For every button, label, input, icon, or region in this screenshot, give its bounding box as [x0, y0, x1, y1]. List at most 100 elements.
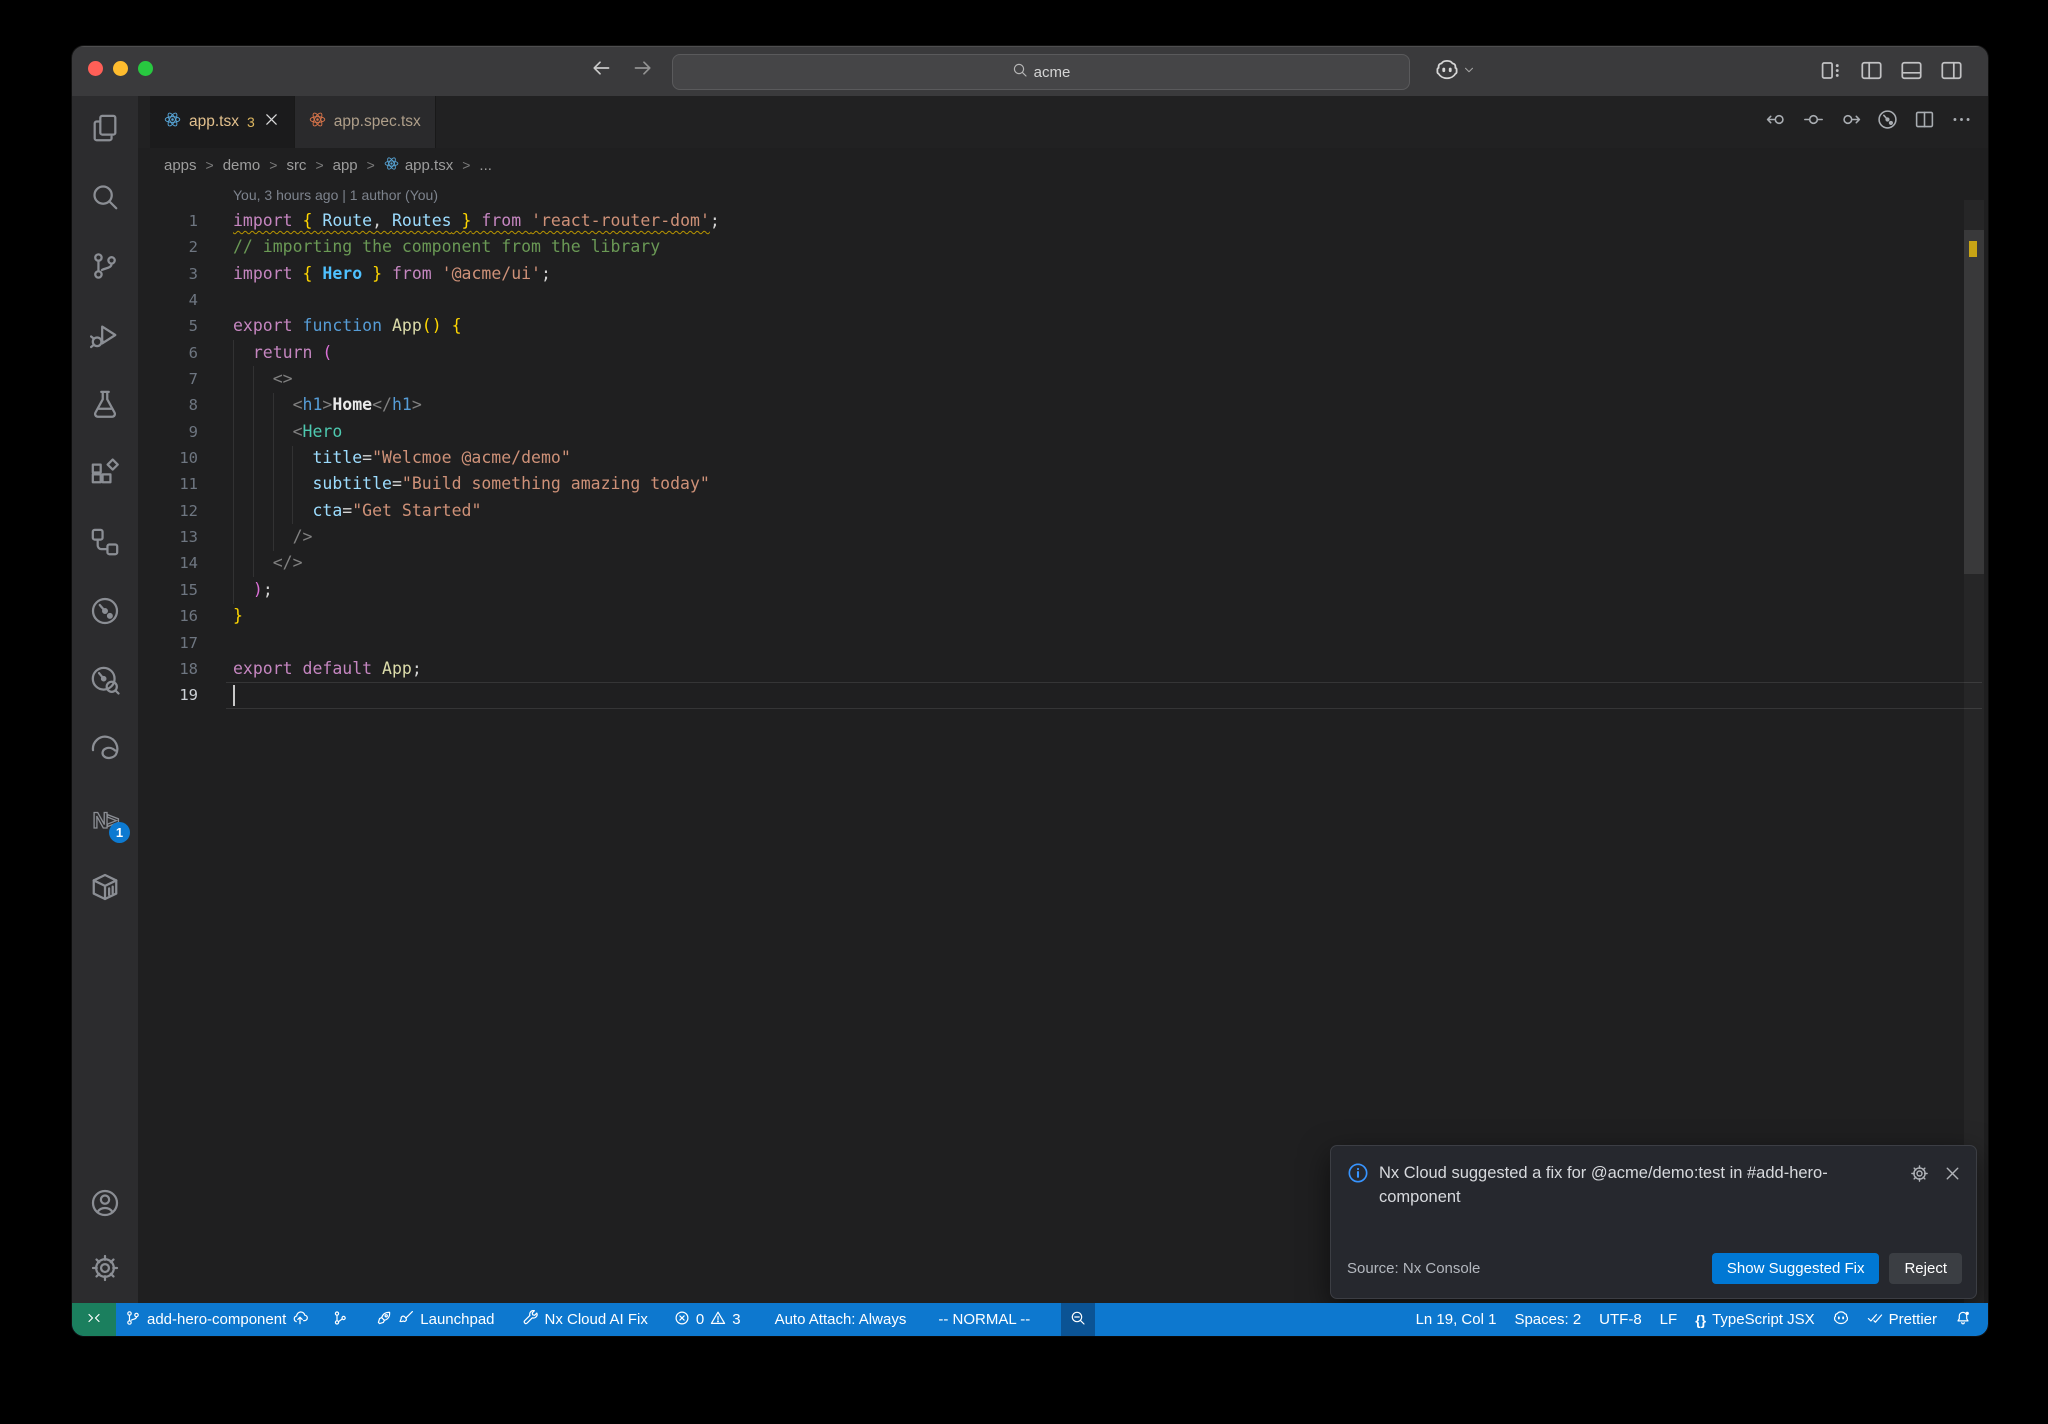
breadcrumb-separator: >: [462, 157, 471, 173]
remote-icon: [86, 1310, 102, 1330]
code-line-content: <h1>Home</h1>: [292, 395, 422, 415]
status-remote-indicator[interactable]: [72, 1303, 116, 1336]
navigate-forward-icon[interactable]: [632, 57, 654, 84]
code-line: 10 title="Welcmoe @acme/demo": [138, 445, 1988, 471]
code-line: 14 </>: [138, 550, 1988, 576]
status-git-branch[interactable]: add-hero-component: [116, 1303, 317, 1336]
react-icon: [309, 111, 326, 133]
status-language-mode[interactable]: {} TypeScript JSX: [1686, 1303, 1823, 1336]
status-label: 3: [732, 1311, 741, 1328]
zoom-window-button[interactable]: [138, 61, 153, 76]
reject-button[interactable]: Reject: [1889, 1253, 1962, 1284]
breadcrumb-item-demo[interactable]: demo: [223, 157, 261, 174]
code-editor[interactable]: You, 3 hours ago | 1 author (You) 1 impor…: [138, 182, 1988, 1303]
status-cursor-position[interactable]: Ln 19, Col 1: [1407, 1303, 1506, 1336]
status-source-control-graph[interactable]: [323, 1303, 357, 1336]
activity-manage-settings[interactable]: [72, 1238, 138, 1303]
status-problems[interactable]: 03: [665, 1303, 750, 1336]
breadcrumb-label: apps: [164, 156, 197, 174]
cube-icon: [90, 872, 120, 907]
status-auto-attach[interactable]: Auto Attach: Always: [766, 1303, 916, 1336]
activity-extensions[interactable]: [72, 441, 138, 510]
copilot-icon: [1833, 1310, 1849, 1330]
more-actions-icon[interactable]: [1951, 109, 1972, 135]
show-suggested-fix-button[interactable]: Show Suggested Fix: [1711, 1253, 1880, 1284]
minimize-window-button[interactable]: [113, 61, 128, 76]
breadcrumb-separator: >: [269, 157, 278, 173]
next-change-icon[interactable]: [1840, 109, 1861, 135]
copilot-menu[interactable]: [1435, 58, 1476, 87]
status-eol[interactable]: LF: [1651, 1303, 1687, 1336]
tab-label: app.spec.tsx: [333, 113, 421, 130]
status-vim-mode[interactable]: -- NORMAL --: [929, 1303, 1039, 1336]
tab-app.spec.tsx[interactable]: app.spec.tsx: [294, 96, 436, 148]
activity-commit-search[interactable]: [72, 648, 138, 717]
code-line: 15 );: [138, 577, 1988, 603]
source-control-run-icon[interactable]: [1877, 109, 1898, 135]
status-nx-cloud-ai-fix[interactable]: Nx Cloud AI Fix: [514, 1303, 657, 1336]
status-launchpad[interactable]: Launchpad: [367, 1303, 503, 1336]
breadcrumb-item-app[interactable]: app: [333, 157, 358, 174]
status-indentation[interactable]: Spaces: 2: [1505, 1303, 1590, 1336]
code-line-content: <Hero: [292, 421, 343, 441]
navigate-back-icon[interactable]: [590, 57, 612, 84]
breadcrumb-item-[interactable]: ...: [479, 157, 492, 174]
breadcrumb-separator: >: [205, 157, 214, 173]
customize-layout-icon[interactable]: [1820, 59, 1843, 87]
activity-nx-console[interactable]: N> 1: [72, 786, 138, 855]
activity-explorer[interactable]: [72, 96, 138, 165]
notification-message: Nx Cloud suggested a fix for @acme/demo:…: [1379, 1164, 1828, 1206]
code-line-content: return (: [252, 342, 333, 362]
activity-run-and-debug[interactable]: [72, 303, 138, 372]
breadcrumb-item-src[interactable]: src: [286, 157, 306, 174]
code-line: 8 <h1>Home</h1>: [138, 392, 1988, 418]
tab-problems-badge: 3: [246, 114, 255, 130]
code-line-content: cta="Get Started": [312, 500, 482, 520]
line-number: 17: [179, 633, 198, 652]
activity-testing[interactable]: [72, 372, 138, 441]
status-encoding[interactable]: UTF-8: [1590, 1303, 1651, 1336]
activity-accounts[interactable]: [72, 1173, 138, 1238]
activity-edge-devtools[interactable]: [72, 717, 138, 786]
previous-change-icon[interactable]: [1766, 109, 1787, 135]
react-icon: [164, 111, 181, 133]
debug-icon: [90, 320, 120, 355]
activity-containers[interactable]: [72, 855, 138, 924]
status-formatter[interactable]: Prettier: [1858, 1303, 1946, 1336]
status-zoom-indicator[interactable]: [1061, 1303, 1096, 1336]
activity-search[interactable]: [72, 165, 138, 234]
code-line: 5 export function App() {: [138, 313, 1988, 339]
breadcrumb-item-apptsx[interactable]: app.tsx: [384, 156, 453, 175]
code-line: 2 // importing the component from the lib…: [138, 234, 1988, 260]
activity-source-control-graph[interactable]: [72, 579, 138, 648]
notification-close-icon[interactable]: [1943, 1164, 1962, 1188]
scrollbar-thumb[interactable]: [1964, 230, 1984, 574]
close-tab-icon[interactable]: [263, 111, 280, 133]
notification-settings-gear-icon[interactable]: [1910, 1164, 1929, 1188]
toggle-primary-sidebar-icon[interactable]: [1860, 59, 1883, 87]
command-center-search[interactable]: acme: [672, 54, 1410, 90]
split-editor-icon[interactable]: [1914, 109, 1935, 135]
activity-source-control[interactable]: [72, 234, 138, 303]
indent-guide: [272, 392, 274, 551]
line-number: 15: [179, 580, 198, 599]
references-icon: [90, 527, 120, 562]
notification-source: Source: Nx Console: [1347, 1260, 1481, 1277]
beaker-icon: [90, 389, 120, 424]
breadcrumb-label: src: [286, 156, 307, 174]
toggle-secondary-sidebar-icon[interactable]: [1940, 59, 1963, 87]
status-label: Auto Attach: Always: [774, 1311, 907, 1328]
status-notifications-bell[interactable]: [1946, 1303, 1980, 1336]
activity-references[interactable]: [72, 510, 138, 579]
goto-change-icon[interactable]: [1803, 109, 1824, 135]
tab-app.tsx[interactable]: app.tsx 3: [150, 96, 295, 148]
code-line: 1 import { Route, Routes } from 'react-ro…: [138, 208, 1988, 234]
close-window-button[interactable]: [88, 61, 103, 76]
line-number: 12: [179, 501, 198, 520]
toggle-panel-icon[interactable]: [1900, 59, 1923, 87]
breadcrumb-item-apps[interactable]: apps: [164, 157, 197, 174]
status-copilot-status[interactable]: [1824, 1303, 1858, 1336]
copilot-icon: [1435, 58, 1459, 87]
account-icon: [90, 1188, 120, 1223]
edge-icon: [90, 734, 120, 769]
